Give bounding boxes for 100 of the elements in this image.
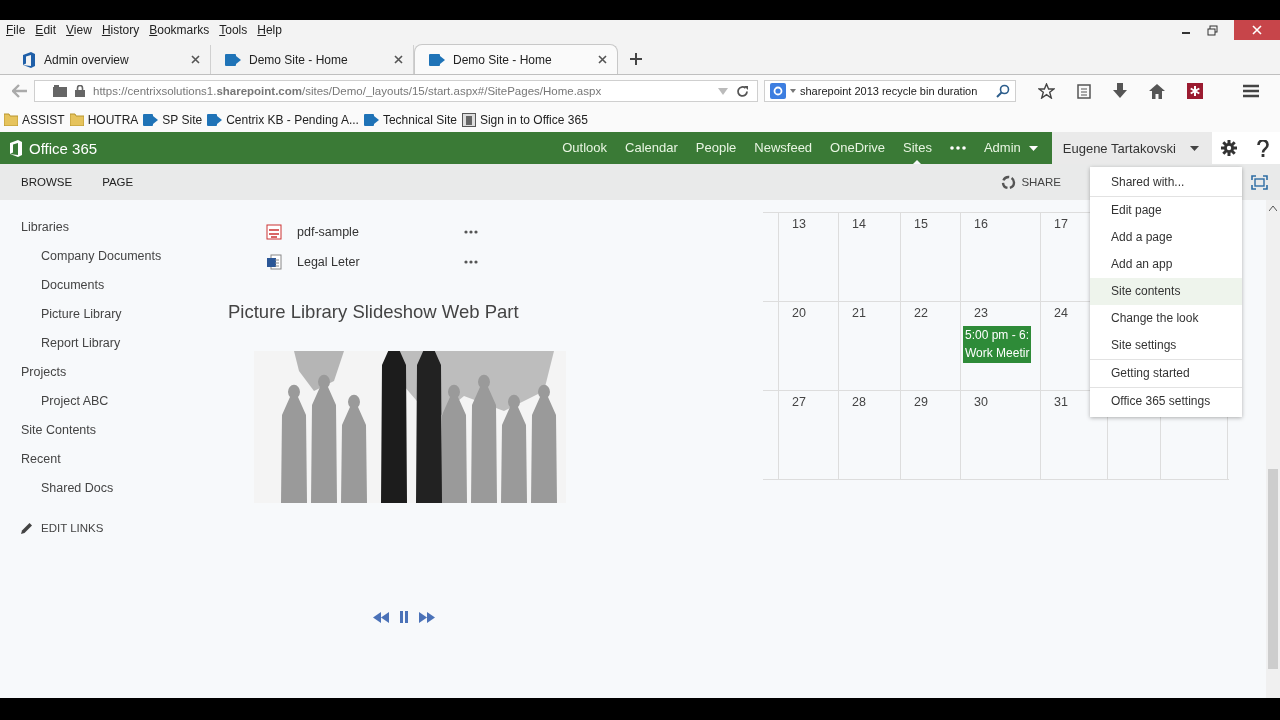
calendar-cell[interactable]: 28 <box>838 391 900 479</box>
user-menu[interactable]: Eugene Tartakovski <box>1051 132 1212 164</box>
focus-icon[interactable] <box>1251 174 1268 190</box>
suite-nav-link[interactable]: Newsfeed <box>754 132 813 164</box>
suite-nav-link[interactable]: People <box>695 132 737 164</box>
close-icon[interactable] <box>191 55 200 64</box>
menu-icon[interactable] <box>1243 84 1259 98</box>
search-field[interactable]: sharepoint 2013 recycle bin duration <box>764 80 1016 102</box>
close-icon[interactable] <box>598 55 607 64</box>
day-number: 23 <box>974 306 988 320</box>
star-icon[interactable] <box>1038 83 1055 99</box>
day-number: 13 <box>792 217 806 231</box>
bookmark-link[interactable]: HOUTRA <box>87 112 139 127</box>
bookmark-link[interactable]: Technical Site <box>382 112 457 127</box>
nav-heading-link[interactable]: Projects <box>21 365 67 394</box>
calendar-cell[interactable]: 13 <box>778 213 838 301</box>
search-icon[interactable] <box>996 84 1010 98</box>
nav-heading-link[interactable]: Libraries <box>21 220 69 249</box>
sharepoint-logo-icon <box>207 112 223 127</box>
menu-item[interactable]: Shared with... <box>1090 169 1242 196</box>
scrollbar[interactable] <box>1266 200 1280 698</box>
nav-link[interactable]: Picture Library <box>41 307 122 336</box>
help-icon[interactable] <box>1256 139 1269 157</box>
nav-link[interactable]: Report Library <box>41 336 121 365</box>
menu-item[interactable]: Help <box>257 23 282 37</box>
more-icon[interactable] <box>464 230 478 234</box>
document-link[interactable]: Legal Leter <box>297 255 464 269</box>
calendar-cell[interactable]: 15 <box>900 213 960 301</box>
suite-nav-link[interactable]: Outlook <box>562 132 608 164</box>
nav-heading-link[interactable]: Recent <box>21 452 61 481</box>
caret-icon[interactable] <box>1190 145 1199 151</box>
menu-item[interactable]: Tools <box>219 23 248 37</box>
close-icon[interactable] <box>394 55 403 64</box>
nav-heading-link[interactable]: Site Contents <box>21 423 97 452</box>
browser-tab[interactable]: Admin overview <box>8 45 211 74</box>
share-button[interactable]: SHARE <box>1001 174 1061 190</box>
menu-item[interactable]: Bookmarks <box>149 23 210 37</box>
nav-link[interactable]: Project ABC <box>41 394 109 423</box>
calendar-cell[interactable]: 14 <box>838 213 900 301</box>
menu-item[interactable]: View <box>66 23 92 37</box>
gear-icon[interactable] <box>1220 140 1237 156</box>
day-number: 24 <box>1054 306 1068 320</box>
calendar-cell[interactable]: 21 <box>838 302 900 390</box>
settings-button[interactable] <box>1212 132 1245 164</box>
calendar-cell[interactable]: 23 5:00 pm - 6: Work Meetir <box>960 302 1040 390</box>
bookmark-link[interactable]: SP Site <box>162 112 203 127</box>
menu-item[interactable]: History <box>101 23 140 37</box>
asterisk-icon[interactable] <box>1187 83 1203 99</box>
browser-tab[interactable]: Demo Site - Home <box>211 45 414 74</box>
calendar-cell[interactable]: 22 <box>900 302 960 390</box>
restore-icon[interactable] <box>1207 24 1218 36</box>
nav-link[interactable]: Shared Docs <box>41 481 114 510</box>
caret-icon[interactable] <box>1028 145 1038 151</box>
edit-links-button[interactable]: EDIT LINKS <box>21 522 104 534</box>
bookmark-link[interactable]: ASSIST <box>22 112 65 127</box>
office-logo-icon[interactable] <box>9 139 23 157</box>
ribbon-tab[interactable]: BROWSE <box>21 176 73 188</box>
menu-item[interactable]: File <box>6 23 26 37</box>
calendar-cell[interactable]: 27 <box>778 391 838 479</box>
bookmark-link[interactable]: Centrix KB - Pending A... <box>226 112 359 127</box>
download-icon[interactable] <box>1113 83 1127 99</box>
calendar-cell[interactable]: 30 <box>960 391 1040 479</box>
admin-menu[interactable]: Admin <box>983 132 1021 164</box>
day-number: 21 <box>852 306 866 320</box>
calendar-cell[interactable]: 29 <box>900 391 960 479</box>
more-icon[interactable] <box>949 146 966 150</box>
more-icon[interactable] <box>464 260 478 264</box>
scroll-up-icon[interactable] <box>1269 206 1277 211</box>
address-field[interactable]: https://centrixsolutions1.sharepoint.com/sites/Demo/_layouts/15/start.aspx#/SitePages/Home.aspx <box>34 80 758 102</box>
calendar-cell[interactable]: 16 <box>960 213 1040 301</box>
ribbon-tab[interactable]: PAGE <box>102 176 134 188</box>
suite-nav-link[interactable]: Sites <box>903 132 932 164</box>
pause-icon[interactable] <box>399 611 409 623</box>
brand-title[interactable]: Office 365 <box>29 139 98 157</box>
document-link[interactable]: pdf-sample <box>297 225 464 239</box>
nav-link[interactable]: Company Documents <box>41 249 162 278</box>
share-icon[interactable] <box>1001 174 1017 190</box>
suite-nav-link[interactable]: Calendar <box>625 132 678 164</box>
search-engine-icon[interactable] <box>770 83 786 99</box>
browser-tab[interactable]: Demo Site - Home <box>414 44 618 74</box>
reload-icon[interactable] <box>736 84 749 98</box>
day-number: 31 <box>1054 395 1068 409</box>
next-icon[interactable] <box>419 611 435 623</box>
calendar-event[interactable]: 5:00 pm - 6: Work Meetir <box>963 326 1032 363</box>
search-query-text[interactable]: sharepoint 2013 recycle bin duration <box>800 85 992 97</box>
previous-icon[interactable] <box>373 611 389 623</box>
close-button[interactable] <box>1234 20 1280 40</box>
suite-nav-link[interactable]: OneDrive <box>830 132 885 164</box>
menu-item[interactable]: Getting started <box>1090 360 1242 387</box>
caret-icon[interactable] <box>790 89 796 93</box>
nav-link[interactable]: Documents <box>41 278 105 307</box>
calendar-cell[interactable]: 20 <box>778 302 838 390</box>
menu-item[interactable]: Site contents <box>1090 278 1242 305</box>
clipboard-icon[interactable] <box>1077 83 1091 99</box>
help-button[interactable] <box>1245 132 1280 164</box>
home-icon[interactable] <box>1149 83 1165 99</box>
new-tab-icon[interactable] <box>630 53 642 65</box>
bookmark-link[interactable]: Sign in to Office 365 <box>479 112 588 127</box>
menu-item[interactable]: Edit <box>35 23 57 37</box>
pencil-icon[interactable] <box>21 522 33 534</box>
